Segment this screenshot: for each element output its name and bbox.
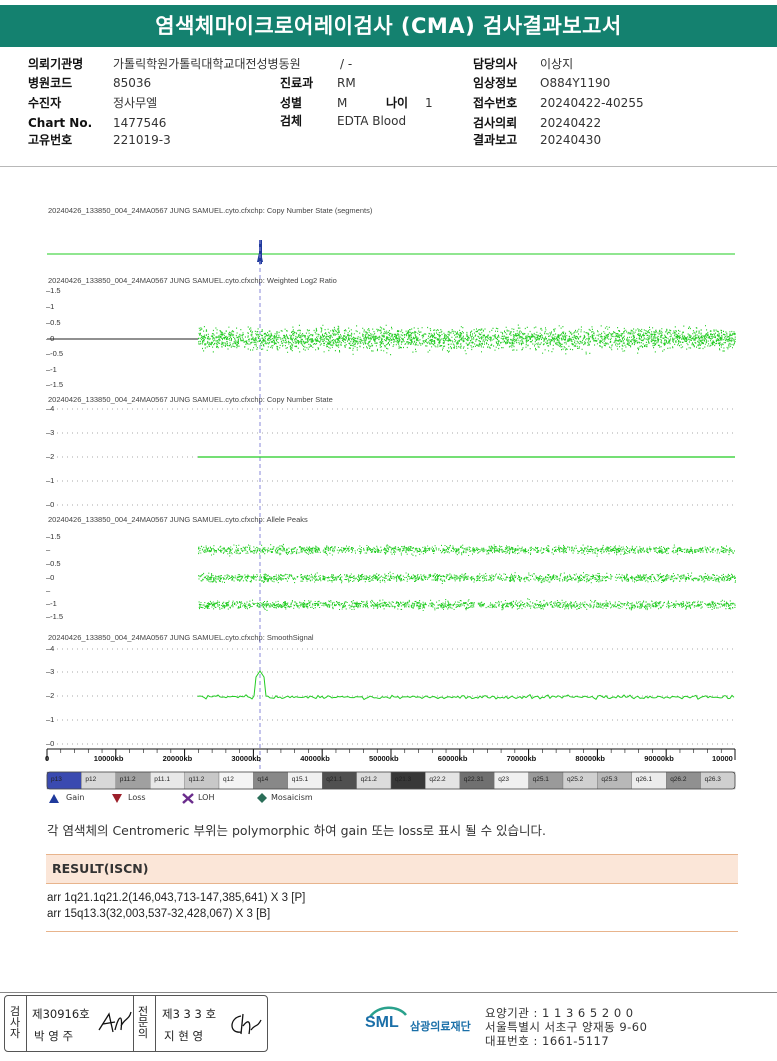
org-name: 삼광의료재단 xyxy=(410,1020,471,1033)
reviewer-label: 전문의 xyxy=(137,1005,149,1040)
loh-icon xyxy=(182,793,194,804)
band-label: q12 xyxy=(223,776,234,783)
band-label: q21.1 xyxy=(326,776,343,783)
mosaicism-icon xyxy=(257,793,267,803)
gain-icon xyxy=(49,794,59,803)
reviewer-name: 지 현 영 xyxy=(164,1029,204,1043)
x-tick-label: 10000 xyxy=(712,754,733,763)
band-label: p12 xyxy=(85,776,97,783)
result-divider xyxy=(46,931,738,932)
inspector-no: 제30916호 xyxy=(32,1007,90,1021)
reviewer-no: 제3 3 3 호 xyxy=(162,1007,217,1021)
x-tick-label: 30000kb xyxy=(231,754,261,763)
band-label: q25.1 xyxy=(532,776,549,783)
band-label: q26.1 xyxy=(635,776,653,783)
band-label: q23 xyxy=(498,776,510,783)
band-label: q15.1 xyxy=(291,776,309,783)
panel-weighted-log2-ratio xyxy=(47,324,736,356)
band-label: q22.2 xyxy=(429,776,446,783)
allele-band xyxy=(198,598,736,612)
x-tick-label: 60000kb xyxy=(437,754,468,763)
sig-divider xyxy=(155,996,156,1051)
allele-band xyxy=(198,571,736,585)
panel-allele-peaks xyxy=(198,543,736,612)
x-tick-label: 0 xyxy=(45,754,50,763)
legend-loss: Loss xyxy=(128,793,146,802)
x-tick-label: 20000kb xyxy=(162,754,193,763)
loss-icon xyxy=(112,794,122,803)
inspector-label: 검사자 xyxy=(9,1005,21,1040)
divider-bottom xyxy=(0,992,777,993)
allele-band xyxy=(198,543,735,557)
inspector-signature xyxy=(98,1011,132,1033)
band-label: p11.2 xyxy=(119,776,136,783)
legend-gain: Gain xyxy=(66,793,85,802)
band-label: q26.3 xyxy=(704,776,721,783)
result-line-2: arr 15q13.3(32,003,537-32,428,067) X 3 [… xyxy=(47,908,271,920)
result-heading: RESULT(ISCN) xyxy=(46,854,738,884)
x-tick-label: 50000kb xyxy=(369,754,399,763)
legend-mosaicism: Mosaicism xyxy=(271,793,313,802)
band-label: q25.3 xyxy=(601,776,618,783)
x-tick-label: 10000kb xyxy=(93,754,124,763)
centromere-note: 각 염색체의 Centromeric 부위는 polymorphic 하여 ga… xyxy=(47,823,547,838)
x-tick-label: 90000kb xyxy=(644,754,674,763)
band-label: q21.3 xyxy=(395,776,412,783)
band-label: q26.2 xyxy=(670,776,687,783)
smooth-signal-line xyxy=(197,670,735,701)
band-label: p13 xyxy=(51,776,62,783)
band-label: q25.2 xyxy=(567,776,584,783)
band-label: p11.1 xyxy=(154,776,170,783)
band-label: q14 xyxy=(257,776,269,783)
x-tick-label: 80000kb xyxy=(575,754,605,763)
x-tick-label: 40000kb xyxy=(300,754,330,763)
panel-copy-number-segments xyxy=(47,240,735,770)
reviewer-signature xyxy=(231,1013,262,1035)
sml-logo: SML xyxy=(365,1014,399,1031)
chromosome-ideogram xyxy=(46,771,736,790)
panel-smooth-signal xyxy=(57,648,735,745)
signature-box: 검사자 제30916호 박 영 주 전문의 제3 3 3 호 지 현 영 xyxy=(4,995,268,1052)
sig-divider xyxy=(133,996,134,1051)
panel-copy-number-state xyxy=(57,408,735,506)
plot-canvas xyxy=(46,240,736,804)
result-line-1: arr 1q21.1q21.2(146,043,713-147,385,641)… xyxy=(47,892,306,904)
footer-line-3: 대표번호 : 1661-5117 xyxy=(485,1034,610,1048)
log2-points xyxy=(198,324,736,356)
inspector-name: 박 영 주 xyxy=(34,1029,74,1043)
legend-loh: LOH xyxy=(198,793,215,802)
band-label: q21.2 xyxy=(360,776,377,783)
sig-divider xyxy=(26,996,27,1051)
band-label: q11.2 xyxy=(188,776,205,783)
band-label: q22.31 xyxy=(463,776,484,783)
x-tick-label: 70000kb xyxy=(506,754,537,763)
